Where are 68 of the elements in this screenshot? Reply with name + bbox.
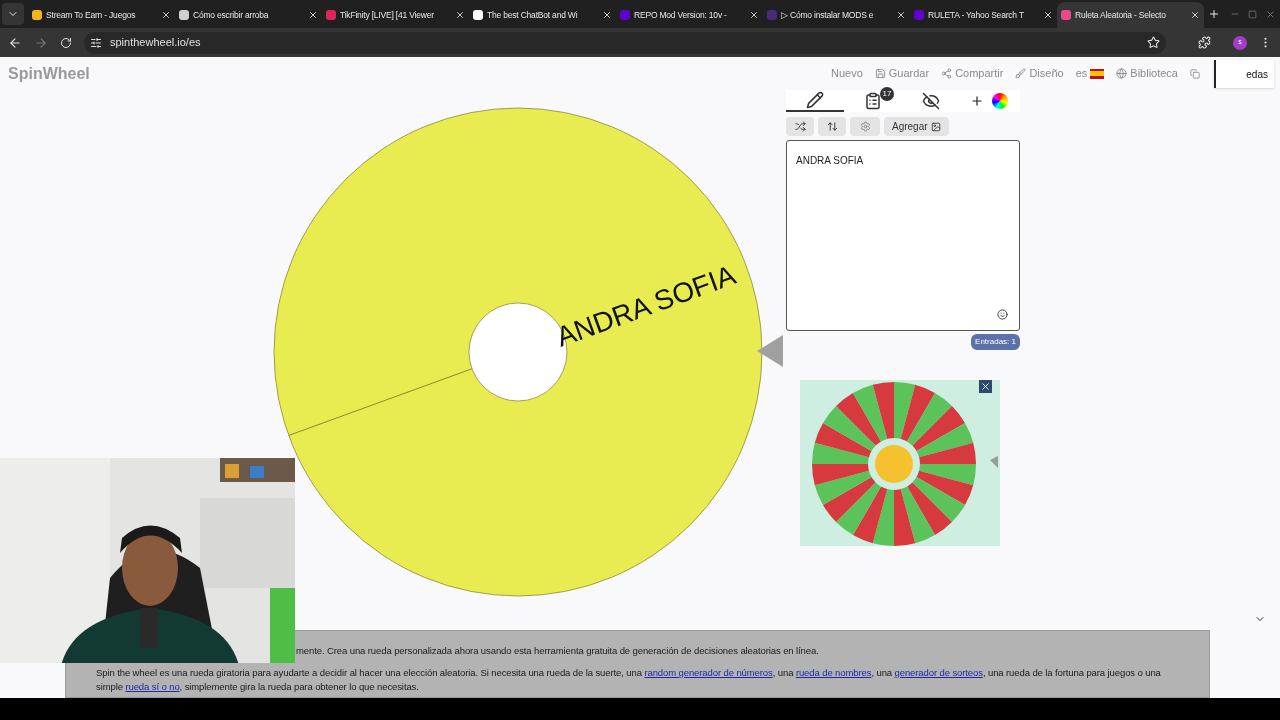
close-icon[interactable] xyxy=(1043,10,1053,20)
close-icon[interactable] xyxy=(896,10,906,20)
extensions-icon[interactable] xyxy=(1198,36,1211,49)
info-paragraph: mente. Crea una rueda personalizada ahora usando esta herramienta gratuita de generación de decisiones aleatorias en línea. xyxy=(296,645,819,657)
tab-list-button[interactable] xyxy=(2,3,24,25)
entry-text: ANDRA SOFIA xyxy=(796,155,864,166)
info-link[interactable]: random generador de números xyxy=(644,667,773,678)
shuffle-button[interactable] xyxy=(786,117,814,136)
close-icon xyxy=(980,381,991,392)
color-wheel-icon xyxy=(992,93,1008,109)
close-icon[interactable] xyxy=(161,10,171,20)
brush-icon xyxy=(1015,68,1027,79)
plus-icon xyxy=(970,94,984,108)
info-link[interactable]: generador de sorteos xyxy=(894,667,983,678)
forward-icon[interactable] xyxy=(34,35,48,50)
save-icon xyxy=(874,68,886,79)
browser-tab[interactable]: TikFinity [LIVE] [41 Viewer xyxy=(322,2,469,28)
browser-tab[interactable]: Ruleta Aleatoria - Selecto xyxy=(1057,2,1204,28)
info-paragraph: Spin the wheel es una rueda giratoria para ayudarte a decidir al hacer una elección aleatoria. Si necesita una rueda de la suerte, una random generador de números, una rueda de nombres, una generador de sorteos, una rueda de la fortuna para juegos o una xyxy=(96,667,1161,679)
flag-icon xyxy=(1090,68,1105,79)
count-badge: 17 xyxy=(880,87,894,101)
browser-tab[interactable]: REPO Mod Version: 10v - xyxy=(616,2,763,28)
settings-icon xyxy=(859,121,871,132)
info-paragraph: simple rueda sí o no, simplemente gira la rueda para obtener lo que necesitas. xyxy=(96,681,419,693)
tab-title: Stream To Earn - Juegos xyxy=(46,8,136,22)
globe-icon xyxy=(1116,68,1128,79)
tab-title: Cómo escribir arroba xyxy=(193,8,269,22)
reload-icon[interactable] xyxy=(60,36,72,49)
browser-tab[interactable]: Stream To Earn - Juegos xyxy=(28,2,175,28)
tab-title: ▷ Cómo instalar MODS e xyxy=(781,8,874,22)
sort-icon xyxy=(826,121,838,132)
shuffle-icon xyxy=(794,121,806,132)
image-icon xyxy=(930,121,941,132)
browser-tab[interactable]: The best ChatBot and Wi xyxy=(469,2,616,28)
add-image-button[interactable]: Agregar xyxy=(884,117,949,136)
tab-title: TikFinity [LIVE] [41 Viewer xyxy=(340,8,434,22)
emoji-icon[interactable] xyxy=(997,309,1008,320)
pencil-icon xyxy=(806,91,824,109)
entries-count-badge: Entradas: 1 xyxy=(971,334,1020,350)
entries-textarea[interactable]: ANDRA SOFIA xyxy=(786,140,1020,331)
back-icon[interactable] xyxy=(8,35,22,50)
close-icon[interactable] xyxy=(455,10,465,20)
tab-title: The best ChatBot and Wi xyxy=(487,8,578,22)
site-settings-icon[interactable] xyxy=(90,36,102,49)
popup-text: edas xyxy=(1246,67,1268,82)
browser-tab[interactable]: Cómo escribir arroba xyxy=(175,2,322,28)
close-icon[interactable] xyxy=(749,10,759,20)
eye-off-icon xyxy=(922,92,940,110)
clipboard-icon xyxy=(864,92,882,110)
share-icon xyxy=(941,68,953,79)
pointer-icon xyxy=(757,335,783,367)
tab-title: REPO Mod Version: 10v - xyxy=(634,8,727,22)
new-tab-icon[interactable] xyxy=(1208,8,1220,20)
address-bar[interactable]: spinthewheel.io/es xyxy=(84,31,1166,54)
browser-tab[interactable]: ▷ Cómo instalar MODS e xyxy=(763,2,910,28)
tab-title: RULETA - Yahoo Search T xyxy=(928,8,1024,22)
menu-link[interactable]: es xyxy=(1075,65,1105,82)
tab-title: Ruleta Aleatoria - Selecto xyxy=(1075,8,1166,22)
browser-tab[interactable]: RULETA - Yahoo Search T xyxy=(910,2,1057,28)
url-text: spinthewheel.io/es xyxy=(110,35,201,51)
close-icon[interactable] xyxy=(602,10,612,20)
close-ad-button[interactable] xyxy=(979,380,992,393)
close-icon[interactable] xyxy=(308,10,318,20)
info-link[interactable]: rueda sí o no xyxy=(125,681,180,692)
sort-button[interactable] xyxy=(818,117,846,136)
bookmark-star-icon[interactable] xyxy=(1147,36,1160,49)
editor-tab[interactable] xyxy=(786,90,844,112)
close-icon[interactable] xyxy=(1190,10,1200,20)
